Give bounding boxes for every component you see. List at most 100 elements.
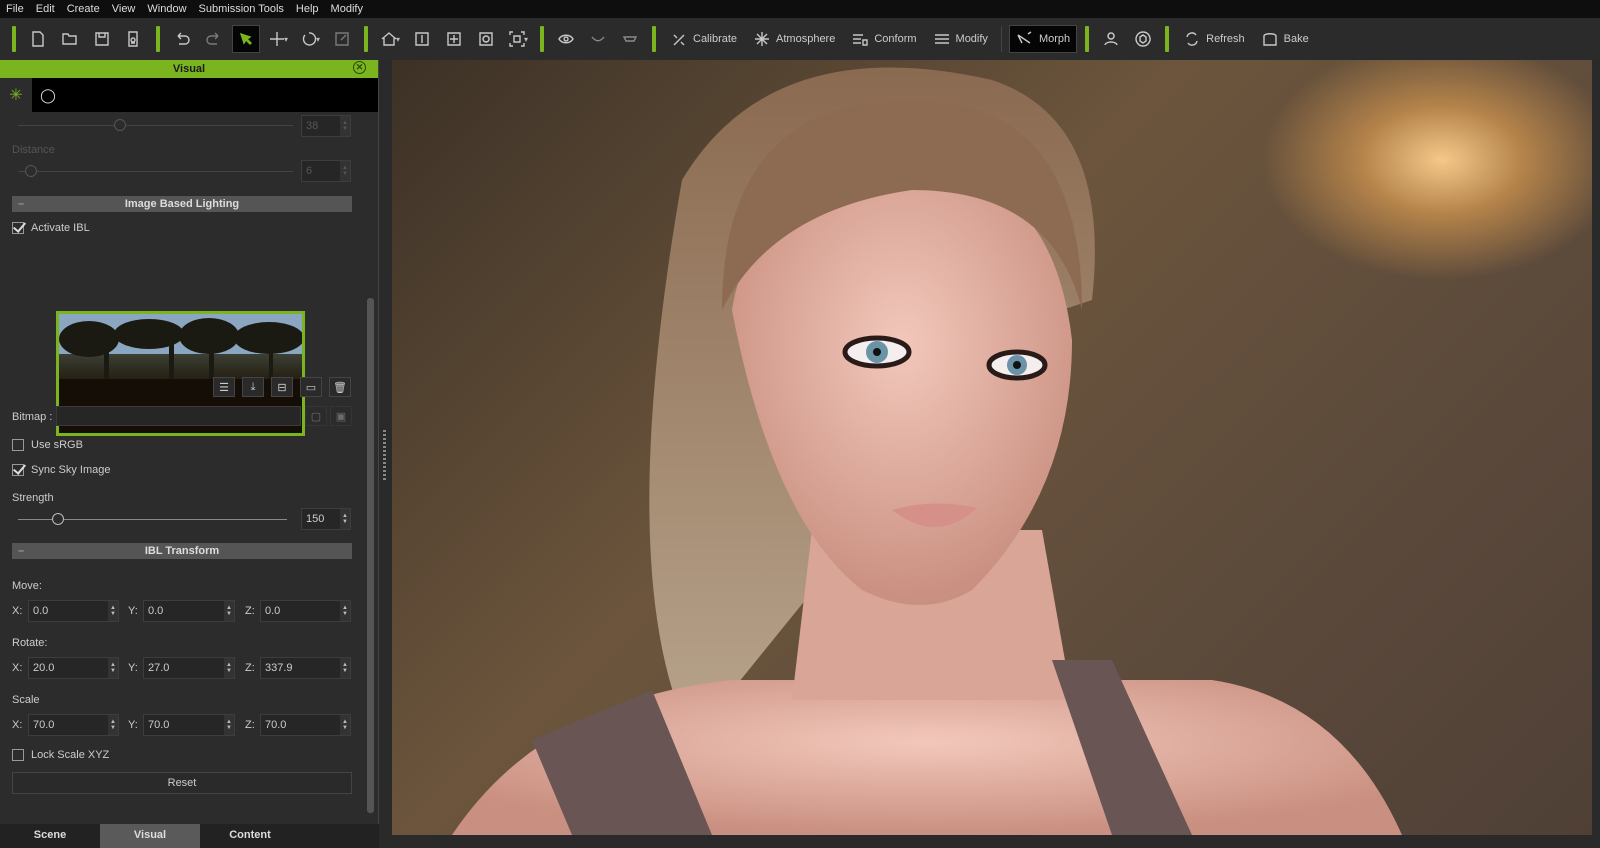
strength-slider[interactable] <box>18 513 287 525</box>
menu-modify[interactable]: Modify <box>325 3 369 15</box>
scale-tool-button[interactable] <box>328 25 356 53</box>
menu-window[interactable]: Window <box>141 3 192 15</box>
spin-arrows[interactable]: ▲ ▼ <box>340 715 350 735</box>
checkbox-box[interactable] <box>12 439 24 451</box>
menu-file[interactable]: File <box>0 3 30 15</box>
ibl-settings-button[interactable]: ☰ <box>213 377 235 397</box>
save-button[interactable] <box>88 25 116 53</box>
open-button[interactable] <box>56 25 84 53</box>
bake-button[interactable]: Bake <box>1255 25 1315 53</box>
ibl-transform-title: IBL Transform <box>144 545 220 557</box>
select-tool-button[interactable] <box>232 25 260 53</box>
spin-arrows[interactable]: ▲ ▼ <box>340 509 350 529</box>
ibl-delete-button[interactable]: 🗑 <box>329 377 351 397</box>
ibl-section-header[interactable]: – Image Based Lighting <box>12 196 352 212</box>
smooth-shading-button[interactable] <box>584 25 612 53</box>
menu-submission-tools[interactable]: Submission Tools <box>193 3 290 15</box>
distance-spinbox[interactable]: 6 ▲ ▼ <box>301 160 351 182</box>
checkbox-box[interactable] <box>12 749 24 761</box>
object-button[interactable] <box>1129 25 1157 53</box>
3d-viewport[interactable] <box>392 60 1592 835</box>
move-tool-button[interactable]: ▾ <box>264 25 292 53</box>
tab-scene[interactable]: Scene <box>0 824 100 848</box>
reset-button[interactable]: Reset <box>12 772 352 794</box>
field-value: 337.9 <box>265 662 293 674</box>
calibrate-button[interactable]: Calibrate <box>664 25 743 53</box>
strength-spinbox[interactable]: 150 ▲ ▼ <box>301 508 351 530</box>
spin-arrows[interactable]: ▲ ▼ <box>340 601 350 621</box>
flat-shading-button[interactable] <box>616 25 644 53</box>
use-srgb-checkbox[interactable]: Use sRGB <box>12 439 83 451</box>
scale-x-field[interactable]: 70.0 ▲ ▼ <box>28 714 119 736</box>
home-camera-button[interactable]: ▾ <box>376 25 404 53</box>
activate-ibl-checkbox[interactable]: Activate IBL <box>12 222 90 234</box>
splitter-grip-icon[interactable] <box>383 430 386 480</box>
view-eye-button[interactable] <box>552 25 580 53</box>
ibl-transform-header[interactable]: – IBL Transform <box>12 543 352 559</box>
spin-arrows[interactable]: ▲ ▼ <box>108 601 118 621</box>
checkbox-box[interactable] <box>12 464 24 476</box>
lock-scale-checkbox[interactable]: Lock Scale XYZ <box>12 749 109 761</box>
sync-sky-checkbox[interactable]: Sync Sky Image <box>12 464 110 476</box>
rotate-z-field[interactable]: 337.9 ▲ ▼ <box>260 657 351 679</box>
undo-button[interactable] <box>168 25 196 53</box>
spin-arrows[interactable]: ▲ ▼ <box>224 658 234 678</box>
ibl-load-button[interactable]: ⤓ <box>242 377 264 397</box>
conform-button[interactable]: Conform <box>845 25 922 53</box>
rotate-tool-button[interactable]: ▾ <box>296 25 324 53</box>
frame-button[interactable]: ▾ <box>504 25 532 53</box>
move-y-field[interactable]: 0.0 ▲ ▼ <box>143 600 235 622</box>
morph-button[interactable]: Morph <box>1008 25 1078 53</box>
redo-button[interactable] <box>200 25 228 53</box>
spin-arrows[interactable]: ▲ ▼ <box>108 715 118 735</box>
close-panel-icon[interactable]: ✕ <box>353 61 366 74</box>
fit-all-button[interactable] <box>440 25 468 53</box>
orbit-button[interactable] <box>472 25 500 53</box>
atmosphere-button[interactable]: Atmosphere <box>747 25 841 53</box>
menu-help[interactable]: Help <box>290 3 325 15</box>
scale-y-field[interactable]: 70.0 ▲ ▼ <box>143 714 235 736</box>
bitmap-field[interactable] <box>56 406 301 426</box>
spin-arrows[interactable]: ▲ ▼ <box>340 658 350 678</box>
spin-arrows[interactable]: ▲ ▼ <box>340 161 350 181</box>
prev-value-spinbox[interactable]: 38 ▲ ▼ <box>301 115 351 137</box>
bitmap-browse-button[interactable]: ▢ <box>305 406 327 426</box>
spin-arrows[interactable]: ▲ ▼ <box>108 658 118 678</box>
panel-scrollbar[interactable] <box>367 298 374 813</box>
spin-arrows[interactable]: ▲ ▼ <box>224 715 234 735</box>
panel-splitter[interactable] <box>379 60 392 848</box>
tab-visual[interactable]: Visual <box>100 824 200 848</box>
slider-knob[interactable] <box>25 165 37 177</box>
scale-z-field[interactable]: 70.0 ▲ ▼ <box>260 714 351 736</box>
ibl-save-button[interactable]: ▭ <box>300 377 322 397</box>
move-z-field[interactable]: 0.0 ▲ ▼ <box>260 600 351 622</box>
ibl-import-button[interactable]: ⊟ <box>271 377 293 397</box>
slider-knob[interactable] <box>114 119 126 131</box>
prev-slider[interactable] <box>18 119 293 131</box>
slider-knob[interactable] <box>52 513 65 525</box>
tab-lighting[interactable]: ✳ <box>0 78 32 112</box>
export-button[interactable] <box>120 25 148 53</box>
menu-view[interactable]: View <box>106 3 142 15</box>
new-file-button[interactable] <box>24 25 52 53</box>
checkbox-box[interactable] <box>12 222 24 234</box>
fit-vertical-button[interactable] <box>408 25 436 53</box>
rotate-x-field[interactable]: 20.0 ▲ ▼ <box>28 657 119 679</box>
refresh-button[interactable]: Refresh <box>1177 25 1251 53</box>
bitmap-clear-button[interactable]: ▣ <box>330 406 352 426</box>
checkbox-label: Use sRGB <box>31 439 83 451</box>
character-button[interactable] <box>1097 25 1125 53</box>
menu-edit[interactable]: Edit <box>30 3 61 15</box>
spin-arrows[interactable]: ▲ ▼ <box>224 601 234 621</box>
modify-sliders-icon <box>934 34 949 44</box>
distance-slider[interactable] <box>18 165 293 177</box>
tab-environment[interactable]: ◯ <box>32 78 64 112</box>
refresh-label: Refresh <box>1206 33 1245 45</box>
rotate-y-field[interactable]: 27.0 ▲ ▼ <box>143 657 235 679</box>
move-x-field[interactable]: 0.0 ▲ ▼ <box>28 600 119 622</box>
modify-button[interactable]: Modify <box>927 25 994 53</box>
menu-create[interactable]: Create <box>61 3 106 15</box>
spin-arrows[interactable]: ▲ ▼ <box>340 116 350 136</box>
tab-content[interactable]: Content <box>200 824 300 848</box>
eye-icon <box>558 34 574 44</box>
